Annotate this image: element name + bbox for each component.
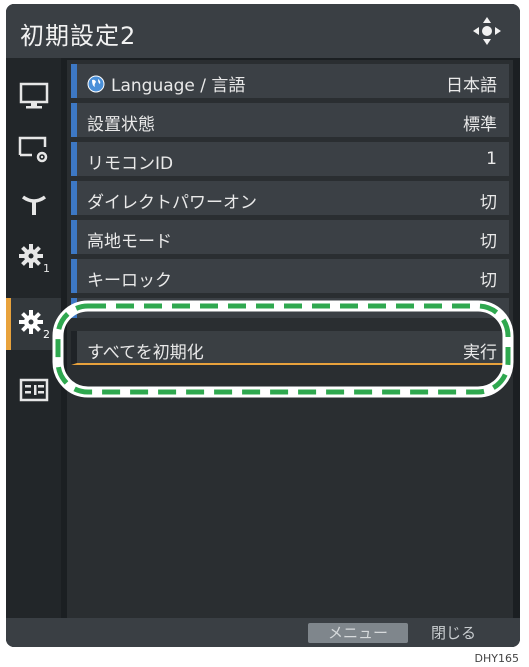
row-installation[interactable]: 設置状態 標準: [71, 103, 509, 137]
row-value: 切: [480, 232, 497, 252]
row-value: 日本語: [446, 76, 497, 96]
settings-list: Language / 言語 日本語 設置状態 標準 リモコンID 1 ダイレクト…: [67, 60, 513, 620]
row-value: 切: [480, 271, 497, 291]
display-settings-icon: [18, 136, 47, 163]
menu-button[interactable]: メニュー: [308, 623, 408, 643]
row-label: 設置状態: [87, 115, 155, 135]
sidebar-item-antenna[interactable]: [6, 178, 61, 230]
row-value: 切: [480, 193, 497, 213]
sidebar-item-display[interactable]: [6, 70, 61, 122]
svg-text:2: 2: [43, 328, 50, 340]
row-label: ダイレクトパワーオン: [87, 193, 257, 213]
row-label: リモコンID: [87, 154, 174, 174]
row-label: キーロック: [87, 271, 172, 291]
monitor-icon: [19, 82, 48, 109]
sidebar-item-settings-2[interactable]: 2: [6, 298, 61, 350]
row-key-lock[interactable]: キーロック 切: [71, 259, 509, 293]
globe-icon: [87, 75, 105, 92]
sidebar-item-info[interactable]: [6, 364, 61, 416]
row-value: 実行: [463, 343, 497, 363]
gear-2-icon: 2: [18, 310, 50, 340]
row-remote-id[interactable]: リモコンID 1: [71, 142, 509, 176]
svg-text:1: 1: [43, 262, 50, 274]
row-value: 1: [486, 149, 497, 169]
gear-1-icon: 1: [18, 244, 50, 274]
row-hidden: [71, 298, 509, 318]
row-value: 標準: [463, 115, 497, 135]
row-language[interactable]: Language / 言語 日本語: [71, 64, 509, 98]
sidebar: 1 2: [6, 58, 61, 618]
title-bar: 初期設定2: [6, 4, 520, 58]
page-title: 初期設定2: [20, 22, 137, 50]
bottom-bar: メニュー 閉じる: [6, 618, 520, 647]
row-label: Language / 言語: [111, 76, 246, 96]
row-direct-power-on[interactable]: ダイレクトパワーオン 切: [71, 181, 509, 215]
row-label: すべてを初期化: [87, 343, 204, 363]
figure-code: DHY165: [474, 652, 519, 665]
row-high-altitude[interactable]: 高地モード 切: [71, 220, 509, 254]
info-panel-icon: [19, 378, 48, 402]
row-label: 高地モード: [87, 232, 172, 252]
close-button[interactable]: 閉じる: [431, 623, 501, 643]
row-reset-all[interactable]: すべてを初期化 実行: [71, 331, 509, 365]
navigation-cross-icon: [472, 16, 502, 46]
sidebar-item-display-settings[interactable]: [6, 124, 61, 176]
sidebar-item-settings-1[interactable]: 1: [6, 232, 61, 284]
antenna-icon: [21, 195, 46, 215]
settings-panel: 初期設定2 1 2 Language / 言語 日本語 設置状態 標準 リモコン…: [6, 4, 520, 647]
